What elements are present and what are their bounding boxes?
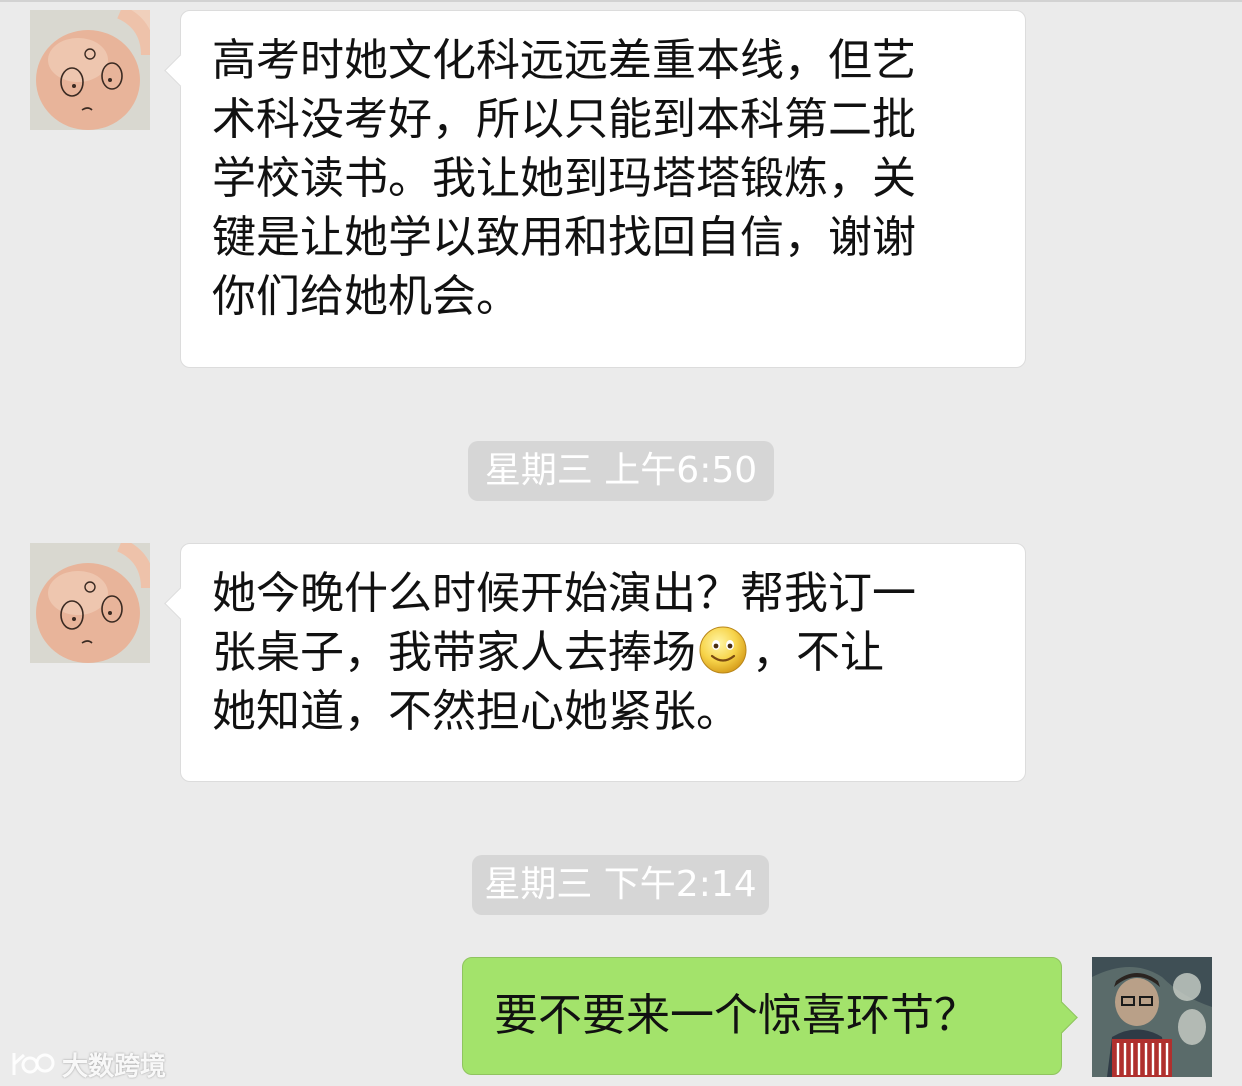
message-text-line: 她今晚什么时候开始演出？帮我订一 bbox=[212, 568, 916, 619]
watermark-logo-icon bbox=[12, 1053, 55, 1075]
message-text-line: 要不要来一个惊喜环节？ bbox=[494, 990, 978, 1041]
watermark: 大数跨境 bbox=[10, 1044, 166, 1084]
contact-avatar[interactable] bbox=[30, 543, 150, 663]
message-text-line: 键是让她学以致用和找回自信，谢谢 bbox=[212, 212, 916, 263]
timestamp-label: 星期三 上午6:50 bbox=[468, 441, 774, 501]
message-bubble-outgoing[interactable]: 要不要来一个惊喜环节？ bbox=[462, 957, 1062, 1075]
message-text-line: 术科没考好，所以只能到本科第二批 bbox=[212, 94, 916, 145]
message-text-line: 她知道，不然担心她紧张。 bbox=[212, 686, 740, 737]
message-text-segment: 张桌子，我带家人去捧场 bbox=[212, 627, 696, 678]
watermark-text: 大数跨境 bbox=[62, 1051, 167, 1082]
timestamp-label: 星期三 下午2:14 bbox=[472, 855, 769, 915]
message-text-segment: ，不让 bbox=[752, 627, 884, 678]
top-divider bbox=[0, 0, 1242, 2]
message-text-line: 学校读书。我让她到玛塔塔锻炼，关 bbox=[212, 153, 916, 204]
message-text-line: 高考时她文化科远远差重本线，但艺 bbox=[212, 35, 916, 86]
self-avatar[interactable] bbox=[1092, 957, 1212, 1077]
contact-avatar[interactable] bbox=[30, 10, 150, 130]
message-bubble-incoming[interactable]: 她今晚什么时候开始演出？帮我订一 张桌子，我带家人去捧场 ，不让 她知道，不然担心… bbox=[180, 543, 1026, 782]
message-text-line: 张桌子，我带家人去捧场 ，不让 bbox=[212, 623, 993, 682]
message-bubble-incoming[interactable]: 高考时她文化科远远差重本线，但艺 术科没考好，所以只能到本科第二批 学校读书。我… bbox=[180, 10, 1026, 368]
message-text-line: 你们给她机会。 bbox=[212, 271, 520, 322]
smiley-face-icon bbox=[698, 625, 748, 675]
